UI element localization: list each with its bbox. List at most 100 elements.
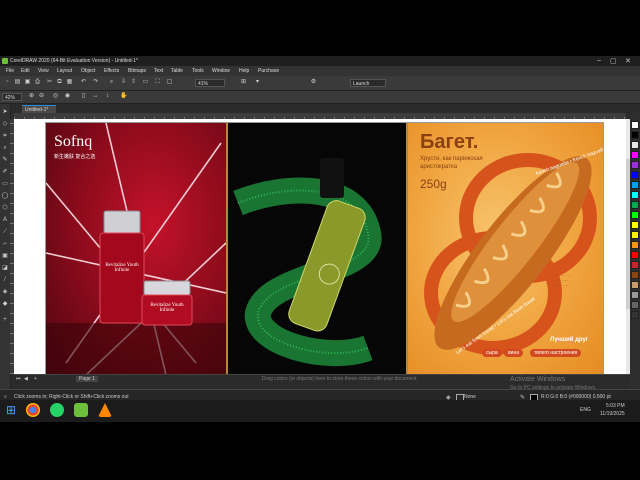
import-icon[interactable]: ⇩	[120, 79, 127, 86]
artboard-page[interactable]: Sofnq 新生嫩肤 复合之选 Revitalize Youth Infinit…	[46, 123, 603, 374]
polygon-tool-icon[interactable]: ⬡	[1, 204, 9, 212]
add-page-icon[interactable]: +	[34, 376, 37, 382]
zoom-tool-icon[interactable]: ⌕	[1, 144, 9, 152]
open-icon[interactable]: ▤	[14, 79, 21, 86]
minimize-icon[interactable]: –	[597, 57, 601, 64]
palette-swatch[interactable]	[631, 281, 639, 289]
maximize-icon[interactable]: ▢	[610, 57, 617, 65]
zoom-selected-icon[interactable]: ◎	[52, 93, 59, 100]
redo-icon[interactable]: ↷	[92, 79, 99, 86]
palette-swatch[interactable]	[631, 171, 639, 179]
palette-swatch[interactable]	[631, 121, 639, 129]
drawing-canvas[interactable]: Sofnq 新生嫩肤 复合之选 Revitalize Youth Infinit…	[14, 119, 626, 374]
palette-swatch[interactable]	[631, 311, 639, 319]
launch-dropdown[interactable]: Launch	[350, 79, 386, 87]
eyedropper-icon[interactable]: ⁄	[1, 276, 9, 284]
connector-tool-icon[interactable]: ⌐	[1, 240, 9, 248]
close-icon[interactable]: ✕	[625, 57, 631, 65]
palette-swatch[interactable]	[631, 131, 639, 139]
palette-swatch[interactable]	[631, 241, 639, 249]
search-content-icon[interactable]: ⌕	[108, 79, 115, 86]
prev-page-icon[interactable]: ◀	[24, 376, 28, 382]
menu-text[interactable]: Text	[154, 68, 163, 74]
snap-to-label[interactable]: ▾	[254, 79, 261, 86]
artwork-oil-bottle-panel[interactable]	[226, 123, 408, 374]
zoom-level-dropdown[interactable]: 41%	[195, 79, 225, 87]
menu-file[interactable]: File	[6, 68, 14, 74]
publish-pdf-icon[interactable]: ▭	[142, 79, 149, 86]
add-tool-icon[interactable]: +	[1, 316, 9, 324]
rectangle-tool-icon[interactable]: ▭	[1, 180, 9, 188]
menu-effects[interactable]: Effects	[104, 68, 119, 74]
menu-edit[interactable]: Edit	[21, 68, 30, 74]
menu-tools[interactable]: Tools	[192, 68, 204, 74]
menu-view[interactable]: View	[38, 68, 49, 74]
freehand-tool-icon[interactable]: ✎	[1, 156, 9, 164]
zoom-all-icon[interactable]: ◉	[64, 93, 71, 100]
palette-swatch[interactable]	[631, 301, 639, 309]
artwork-baguette-panel[interactable]: Багет. Хрусти, как парижская аристократк…	[408, 123, 603, 374]
menu-table[interactable]: Table	[171, 68, 183, 74]
menu-help[interactable]: Help	[239, 68, 249, 74]
clock-time[interactable]: 5:03 PM	[606, 403, 625, 409]
new-document-icon[interactable]: ▫	[4, 79, 11, 86]
paste-icon[interactable]: ▦	[66, 79, 73, 86]
menu-object[interactable]: Object	[81, 68, 95, 74]
palette-swatch[interactable]	[631, 201, 639, 209]
menu-window[interactable]: Window	[212, 68, 230, 74]
palette-swatch[interactable]	[631, 271, 639, 279]
view-mode-icon[interactable]: ▢	[166, 79, 173, 86]
coreldraw-taskbar-icon[interactable]	[74, 403, 88, 417]
page-1-tab[interactable]: Page 1	[76, 376, 98, 382]
pick-tool-icon[interactable]: ➤	[1, 108, 9, 116]
clock-date[interactable]: 11/19/2025	[600, 411, 625, 417]
vlc-icon[interactable]	[98, 403, 112, 417]
artistic-media-icon[interactable]: ✐	[1, 168, 9, 176]
cut-icon[interactable]: ✂	[46, 79, 53, 86]
palette-swatch[interactable]	[631, 291, 639, 299]
palette-swatch[interactable]	[631, 221, 639, 229]
property-zoom-dropdown[interactable]: 42%	[2, 93, 22, 101]
drop-shadow-icon[interactable]: ▣	[1, 252, 9, 260]
zoom-height-icon[interactable]: ↕	[104, 93, 111, 100]
palette-swatch[interactable]	[631, 151, 639, 159]
language-indicator[interactable]: ENG	[580, 407, 591, 413]
first-page-icon[interactable]: ⏮	[16, 376, 21, 382]
chrome-icon[interactable]	[26, 403, 40, 417]
undo-icon[interactable]: ↶	[80, 79, 87, 86]
palette-swatch[interactable]	[631, 261, 639, 269]
zoom-page-icon[interactable]: ▯	[80, 93, 87, 100]
text-tool-icon[interactable]: A	[1, 216, 9, 224]
ellipse-tool-icon[interactable]: ◯	[1, 192, 9, 200]
smart-fill-icon[interactable]: ◆	[1, 300, 9, 308]
snap-to-icon[interactable]: ⊞	[240, 79, 247, 86]
menu-purchase[interactable]: Purchase	[258, 68, 279, 74]
artwork-cosmetics-panel[interactable]: Sofnq 新生嫩肤 复合之选 Revitalize Youth Infinit…	[46, 123, 226, 374]
transparency-icon[interactable]: ◪	[1, 264, 9, 272]
interactive-fill-icon[interactable]: ◈	[1, 288, 9, 296]
pan-icon[interactable]: ✋	[120, 93, 127, 100]
palette-swatch[interactable]	[631, 211, 639, 219]
menu-layout[interactable]: Layout	[57, 68, 72, 74]
palette-swatch[interactable]	[631, 181, 639, 189]
copy-icon[interactable]: ⧉	[56, 79, 63, 86]
zoom-out-icon[interactable]: ⊖	[38, 93, 45, 100]
menu-bitmaps[interactable]: Bitmaps	[128, 68, 146, 74]
parallel-dimension-icon[interactable]: ⟋	[1, 228, 9, 236]
document-tab[interactable]: Untitled-1*	[22, 105, 56, 113]
zoom-width-icon[interactable]: ↔	[92, 93, 99, 100]
options-gear-icon[interactable]: ⚙	[310, 79, 317, 86]
windows-start-icon[interactable]: ⊞	[4, 403, 18, 417]
export-icon[interactable]: ⇧	[130, 79, 137, 86]
palette-swatch[interactable]	[631, 141, 639, 149]
print-icon[interactable]: ⎙	[34, 79, 41, 86]
palette-swatch[interactable]	[631, 251, 639, 259]
palette-swatch[interactable]	[631, 191, 639, 199]
full-screen-icon[interactable]: ⛶	[154, 79, 161, 86]
save-icon[interactable]: ▣	[24, 79, 31, 86]
shape-tool-icon[interactable]: ◇	[1, 120, 9, 128]
palette-swatch[interactable]	[631, 231, 639, 239]
palette-swatch[interactable]	[631, 161, 639, 169]
zoom-in-icon[interactable]: ⊕	[28, 93, 35, 100]
crop-tool-icon[interactable]: ⌗	[1, 132, 9, 140]
